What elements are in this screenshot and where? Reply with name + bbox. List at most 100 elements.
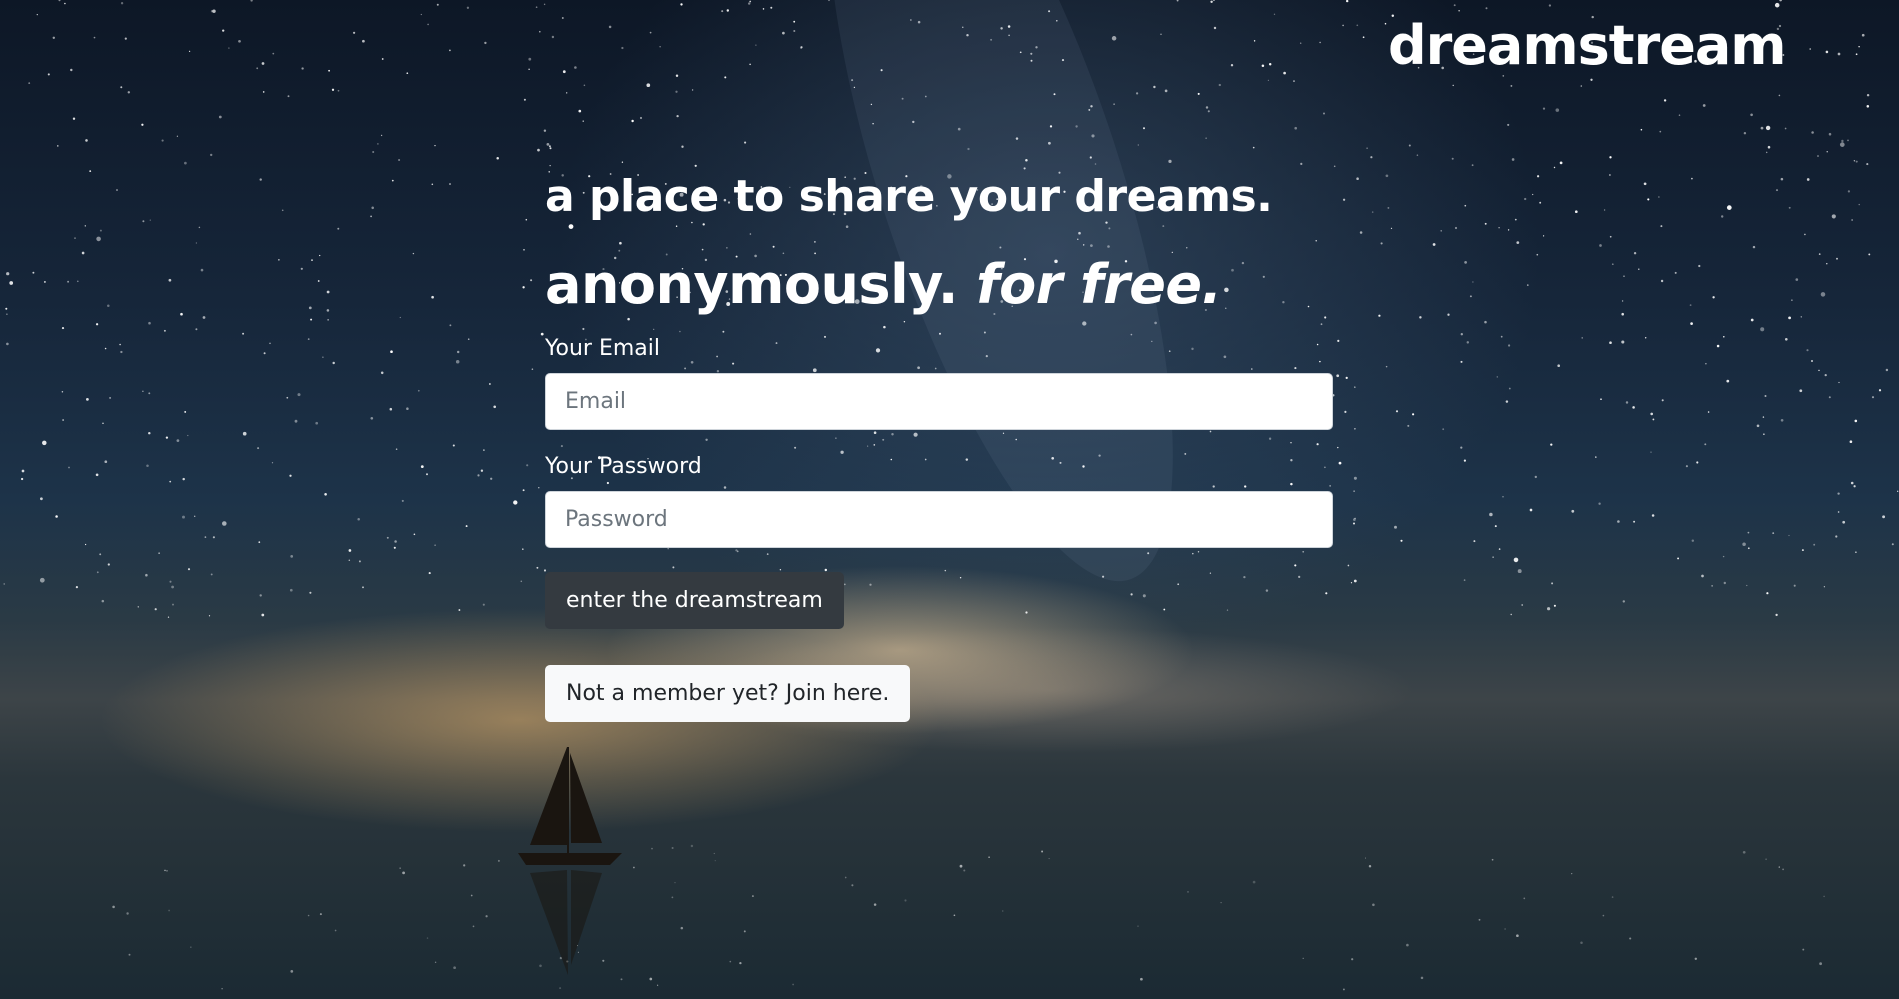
star	[1353, 522, 1355, 525]
brand-logo: dreamstream	[1388, 14, 1787, 77]
star-reflection	[1187, 891, 1189, 893]
star	[84, 225, 86, 227]
star	[1765, 151, 1768, 154]
star-reflection	[1252, 880, 1256, 884]
star	[793, 29, 796, 33]
email-label: Your Email	[545, 336, 660, 361]
star	[36, 13, 38, 16]
star	[391, 179, 394, 182]
star	[676, 114, 679, 118]
star	[208, 615, 211, 617]
star	[523, 248, 525, 251]
star	[1651, 514, 1655, 517]
star	[1553, 604, 1556, 607]
star	[1726, 379, 1730, 383]
star	[1473, 540, 1476, 543]
star	[1871, 396, 1875, 399]
star	[1113, 103, 1115, 105]
star	[1813, 543, 1816, 546]
star	[770, 6, 773, 9]
star	[540, 332, 544, 336]
star-reflection	[851, 884, 854, 887]
email-field[interactable]	[545, 373, 1333, 430]
star	[749, 0, 752, 3]
star	[1689, 304, 1692, 306]
star	[61, 391, 64, 393]
star	[1623, 275, 1625, 277]
star	[1650, 451, 1652, 453]
star	[1559, 161, 1563, 165]
star	[158, 552, 160, 554]
star	[1350, 582, 1353, 584]
star	[1164, 89, 1168, 93]
star	[43, 280, 46, 283]
password-field[interactable]	[545, 491, 1333, 548]
star	[793, 20, 796, 23]
star	[64, 2, 66, 5]
star	[1828, 132, 1832, 136]
star-reflection	[1580, 941, 1583, 944]
star	[1492, 556, 1494, 558]
star	[1765, 125, 1771, 131]
star	[1252, 146, 1255, 149]
star	[1611, 263, 1614, 266]
star	[352, 31, 356, 34]
star-reflection	[1571, 872, 1573, 875]
star	[62, 419, 64, 421]
star	[171, 585, 174, 589]
star	[84, 543, 87, 546]
star	[278, 259, 280, 261]
hero-subtagline-plain: anonymously.	[545, 253, 958, 316]
star	[1412, 413, 1415, 416]
star	[1517, 569, 1522, 574]
star	[1595, 456, 1597, 458]
star	[6, 272, 10, 276]
star-reflection	[1002, 910, 1004, 912]
star-reflection	[168, 909, 170, 912]
star	[1460, 360, 1463, 363]
star	[218, 115, 222, 119]
star	[1760, 327, 1765, 332]
star	[1839, 142, 1845, 147]
star	[1855, 53, 1858, 56]
star	[1557, 364, 1561, 368]
star	[286, 396, 289, 399]
star	[180, 312, 183, 316]
star	[467, 338, 470, 341]
star	[1458, 10, 1460, 12]
star-reflection	[470, 894, 473, 897]
join-button[interactable]: Not a member yet? Join here.	[545, 665, 911, 722]
star	[1137, 144, 1139, 146]
star	[694, 164, 697, 167]
star-reflection	[1802, 948, 1805, 951]
star	[310, 318, 313, 321]
star	[47, 73, 50, 76]
star	[86, 398, 89, 401]
star	[1344, 410, 1347, 413]
star	[1464, 261, 1467, 264]
star	[1780, 177, 1784, 181]
star	[535, 6, 538, 9]
star-reflection	[1765, 858, 1767, 861]
star	[1767, 145, 1771, 149]
star	[1756, 424, 1760, 428]
star	[390, 350, 393, 354]
star	[546, 143, 550, 146]
star	[308, 306, 312, 310]
star	[200, 268, 204, 272]
star	[68, 466, 70, 469]
star-reflection	[1420, 976, 1424, 980]
star	[1407, 424, 1410, 427]
star	[659, 46, 661, 48]
star	[1283, 71, 1286, 75]
star	[89, 170, 92, 172]
hero-subtagline-emphasis: for free.	[976, 253, 1222, 316]
login-page: dreamstream a place to share your dreams…	[0, 0, 1899, 999]
star	[257, 447, 260, 450]
star-reflection	[1351, 958, 1354, 961]
login-button[interactable]: enter the dreamstream	[545, 572, 844, 629]
star	[1550, 443, 1553, 446]
star	[81, 251, 85, 255]
star	[1454, 226, 1458, 230]
star-reflection	[1819, 962, 1822, 966]
